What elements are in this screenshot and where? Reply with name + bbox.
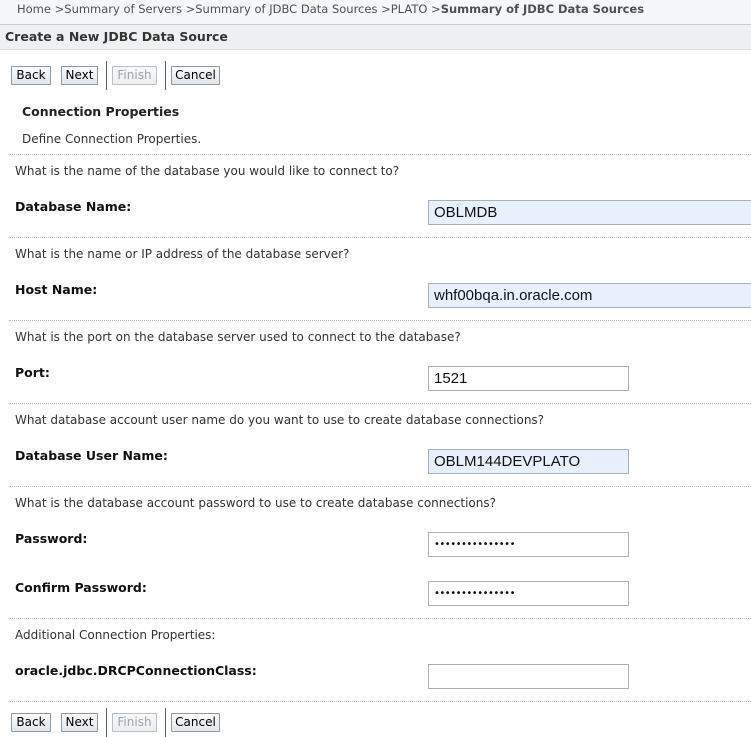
port-label: Port:	[15, 365, 50, 380]
breadcrumb-servers-link[interactable]: Summary of Servers	[64, 2, 182, 16]
password-question: What is the database account password to…	[15, 496, 496, 510]
breadcrumb-separator: >	[427, 2, 441, 16]
breadcrumb-separator: >	[377, 2, 391, 16]
additional-properties-heading: Additional Connection Properties:	[15, 628, 216, 642]
cancel-button[interactable]: Cancel	[171, 66, 220, 85]
button-separator	[165, 708, 166, 737]
finish-button[interactable]: Finish	[112, 66, 157, 85]
section-title: Connection Properties	[22, 104, 180, 119]
back-button[interactable]: Back	[11, 66, 51, 85]
breadcrumb-separator: >	[50, 2, 65, 16]
confirm-password-input[interactable]: •••••••••••••••	[428, 581, 629, 606]
drcp-connection-class-label: oracle.jdbc.DRCPConnectionClass:	[15, 663, 257, 678]
page-title: Create a New JDBC Data Source	[5, 29, 228, 44]
database-name-question: What is the name of the database you wou…	[15, 164, 400, 178]
breadcrumb-plato-link[interactable]: PLATO	[391, 2, 428, 16]
divider	[9, 486, 751, 487]
back-button[interactable]: Back	[11, 713, 51, 732]
button-separator	[106, 61, 107, 90]
finish-button[interactable]: Finish	[112, 713, 157, 732]
password-label: Password:	[15, 531, 88, 546]
next-button[interactable]: Next	[61, 66, 98, 85]
divider	[9, 403, 751, 404]
breadcrumb-home-link[interactable]: Home	[17, 2, 51, 16]
section-description: Define Connection Properties.	[22, 132, 202, 146]
host-name-input[interactable]: whf00bqa.in.oracle.com	[428, 283, 751, 308]
drcp-connection-class-input[interactable]	[428, 664, 629, 689]
divider	[9, 701, 751, 702]
breadcrumb: Home >Summary of Servers >Summary of JDB…	[0, 0, 751, 25]
button-separator	[106, 708, 107, 737]
confirm-password-label: Confirm Password:	[15, 580, 147, 595]
breadcrumb-current: Summary of JDBC Data Sources	[440, 2, 645, 16]
password-input[interactable]: •••••••••••••••	[428, 532, 629, 557]
cancel-button[interactable]: Cancel	[171, 713, 220, 732]
divider	[9, 320, 751, 321]
db-user-label: Database User Name:	[15, 448, 168, 463]
button-separator	[165, 61, 166, 90]
divider	[9, 237, 751, 238]
port-question: What is the port on the database server …	[15, 330, 461, 344]
database-name-label: Database Name:	[15, 199, 132, 214]
db-user-question: What database account user name do you w…	[15, 413, 545, 427]
divider	[9, 154, 751, 155]
port-input[interactable]: 1521	[428, 366, 629, 391]
host-name-question: What is the name or IP address of the da…	[15, 247, 350, 261]
page-title-bar: Create a New JDBC Data Source	[0, 25, 751, 50]
next-button[interactable]: Next	[61, 713, 98, 732]
breadcrumb-separator: >	[181, 2, 196, 16]
divider	[9, 618, 751, 619]
database-name-input[interactable]: OBLMDB	[428, 200, 751, 225]
host-name-label: Host Name:	[15, 282, 98, 297]
breadcrumb-jdbc-sources-link[interactable]: Summary of JDBC Data Sources	[195, 2, 377, 16]
db-user-input[interactable]: OBLM144DEVPLATO	[428, 449, 629, 474]
